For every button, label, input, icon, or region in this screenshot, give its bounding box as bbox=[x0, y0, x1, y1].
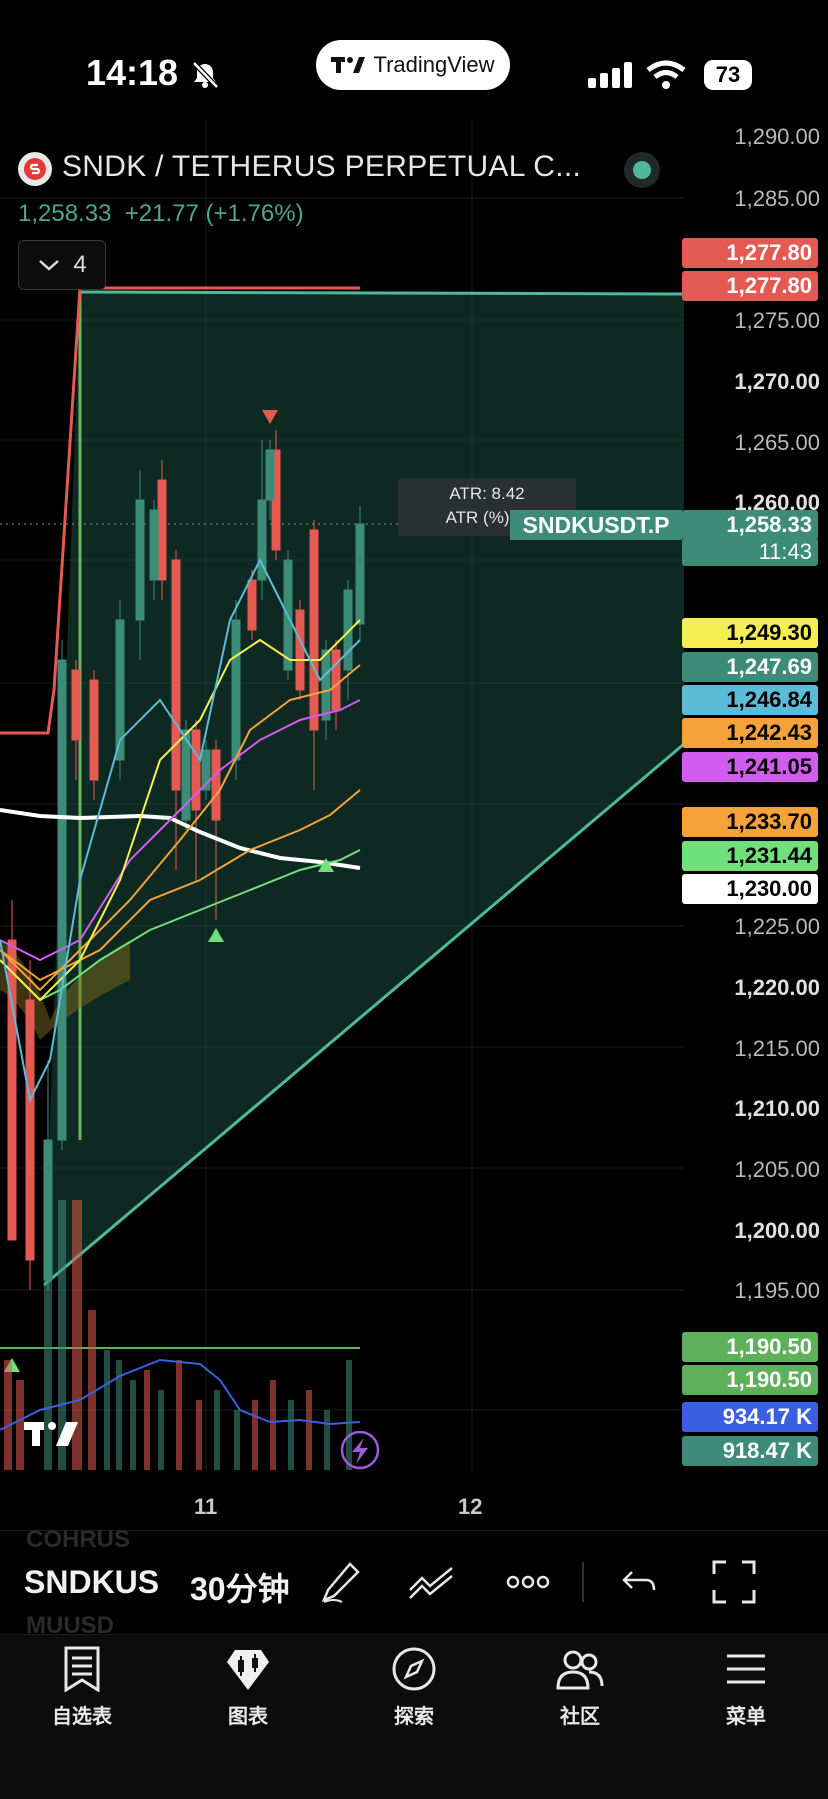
price-tick: 1,220.00 bbox=[734, 975, 820, 1000]
interval-selector[interactable]: 30分钟 bbox=[190, 1564, 294, 1610]
price-label: 1,246.84 bbox=[682, 685, 818, 715]
battery-indicator: 73 bbox=[704, 60, 752, 90]
time-tick: 11 bbox=[194, 1494, 218, 1519]
price-tick: 1,200.00 bbox=[734, 1218, 820, 1243]
ghost-symbol-above: COHRUS bbox=[26, 1526, 131, 1553]
nav-watchlist[interactable]: 自选表 bbox=[22, 1646, 142, 1729]
volume-label: 934.17 K bbox=[682, 1402, 818, 1432]
price-tick: 1,205.00 bbox=[734, 1157, 820, 1182]
symbol-tag: SNDKUSDT.P bbox=[510, 510, 682, 540]
nav-label: 图表 bbox=[228, 1706, 268, 1728]
price-label: 1,277.80 bbox=[682, 271, 818, 301]
watchlist-icon bbox=[64, 1646, 100, 1692]
status-time: 14:18 bbox=[86, 52, 179, 93]
toolbar-divider bbox=[582, 1562, 584, 1602]
undo-icon[interactable] bbox=[620, 1568, 660, 1600]
drawing-pen-icon[interactable] bbox=[320, 1560, 362, 1604]
trend-tools-icon[interactable] bbox=[408, 1564, 456, 1600]
community-icon bbox=[556, 1650, 604, 1690]
time-tick: 12 bbox=[458, 1494, 483, 1519]
bell-muted-icon bbox=[192, 61, 219, 89]
tradingview-logo-icon bbox=[331, 57, 366, 73]
price-tick: 1,210.00 bbox=[734, 1096, 820, 1121]
cellular-signal-icon bbox=[588, 62, 632, 88]
current-price-label: 1,258.33 bbox=[682, 510, 818, 540]
market-status-indicator[interactable] bbox=[624, 152, 660, 188]
price-tick: 1,215.00 bbox=[734, 1036, 820, 1061]
sandisk-logo-icon bbox=[24, 158, 46, 180]
nav-explore[interactable]: 探索 bbox=[354, 1646, 474, 1729]
price-summary: 1,258.33 +21.77 (+1.76%) bbox=[18, 200, 304, 228]
price-change: +21.77 (+1.76%) bbox=[124, 200, 304, 227]
wifi-icon bbox=[646, 60, 686, 89]
menu-icon bbox=[727, 1654, 765, 1684]
indicators-collapse-button[interactable]: 4 bbox=[18, 240, 106, 290]
price-tick: 1,265.00 bbox=[734, 430, 820, 455]
nav-label: 社区 bbox=[560, 1706, 600, 1728]
price-label: 1,242.43 bbox=[682, 718, 818, 748]
price-label: 1,190.50 bbox=[682, 1365, 818, 1395]
price-label: 1,190.50 bbox=[682, 1332, 818, 1362]
nav-menu[interactable]: 菜单 bbox=[686, 1646, 806, 1729]
nav-label: 自选表 bbox=[52, 1706, 112, 1728]
price-tick: 1,275.00 bbox=[734, 308, 820, 333]
more-options-icon[interactable] bbox=[506, 1574, 550, 1590]
nav-label: 菜单 bbox=[726, 1706, 766, 1728]
price-tick: 1,285.00 bbox=[734, 186, 820, 211]
app-pill[interactable]: TradingView bbox=[316, 40, 510, 90]
price-label: 1,249.30 bbox=[682, 618, 818, 648]
last-price: 1,258.33 bbox=[18, 200, 112, 227]
chart-icon bbox=[227, 1650, 269, 1690]
triangle-upper-line[interactable] bbox=[79, 290, 685, 296]
fullscreen-icon[interactable] bbox=[712, 1560, 756, 1604]
price-tick: 1,270.00 bbox=[734, 369, 820, 394]
app-name: TradingView bbox=[373, 52, 495, 77]
price-tick: 1,290.00 bbox=[734, 124, 820, 149]
volume-label: 918.47 K bbox=[682, 1436, 818, 1466]
battery-level: 73 bbox=[715, 62, 741, 87]
price-label: 1,233.70 bbox=[682, 807, 818, 837]
symbol-logo bbox=[18, 152, 52, 186]
price-label: 1,231.44 bbox=[682, 841, 818, 871]
chevron-down-icon bbox=[39, 260, 60, 271]
price-label: 1,247.69 bbox=[682, 652, 818, 682]
price-label: 1,241.05 bbox=[682, 752, 818, 782]
price-label: 1,230.00 bbox=[682, 874, 818, 904]
indicator-count: 4 bbox=[73, 251, 87, 278]
price-label: 1,277.80 bbox=[682, 238, 818, 268]
triangle-pattern-fill bbox=[44, 292, 684, 1285]
price-tick: 1,225.00 bbox=[734, 914, 820, 939]
symbol-title[interactable]: SNDK / TETHERUS PERPETUAL C... bbox=[62, 150, 581, 184]
nav-chart[interactable]: 图表 bbox=[188, 1646, 308, 1729]
bar-countdown: 11:43 bbox=[682, 538, 818, 566]
atr-value: ATR: 8.42 bbox=[449, 484, 525, 503]
compass-icon bbox=[392, 1647, 436, 1691]
price-tick: 1,195.00 bbox=[734, 1278, 820, 1303]
symbol-selector[interactable]: SNDKUS bbox=[24, 1564, 159, 1601]
nav-community[interactable]: 社区 bbox=[520, 1646, 640, 1729]
nav-label: 探索 bbox=[394, 1706, 434, 1728]
